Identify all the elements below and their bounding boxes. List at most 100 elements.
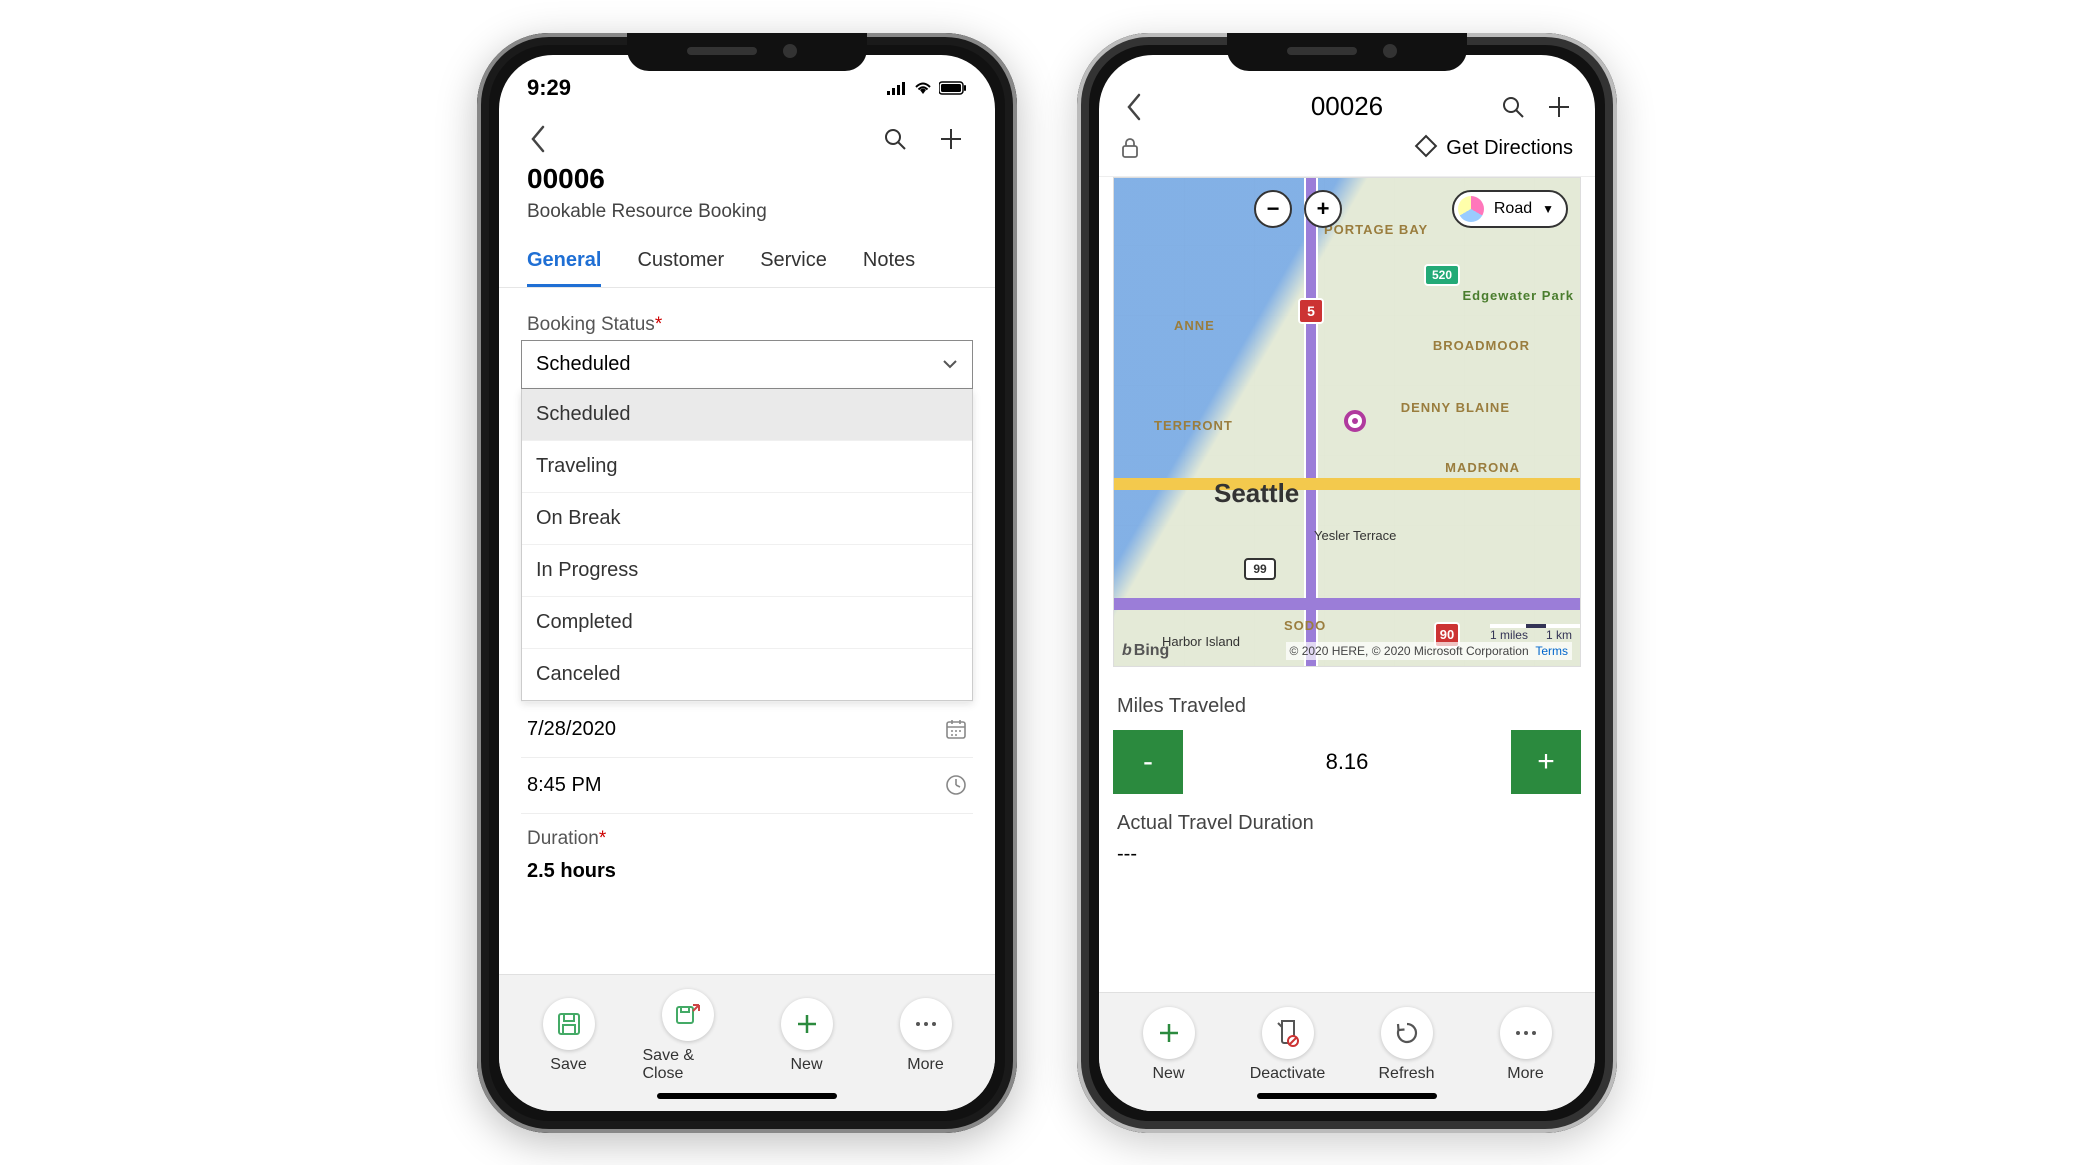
- home-indicator[interactable]: [1257, 1093, 1437, 1099]
- more-icon: [900, 998, 952, 1050]
- road-yellow: [1114, 478, 1580, 490]
- app-header: [499, 107, 995, 163]
- phone-frame-left: 9:29: [477, 33, 1017, 1133]
- booking-status-select[interactable]: Scheduled: [521, 340, 973, 389]
- layer-mode-value: Road: [1494, 200, 1532, 218]
- directions-icon: [1418, 137, 1438, 160]
- back-button[interactable]: [1117, 89, 1151, 125]
- add-icon[interactable]: [929, 121, 973, 157]
- actual-travel-duration-label: Actual Travel Duration: [1113, 794, 1581, 839]
- date-value: 7/28/2020: [527, 718, 616, 741]
- terms-link[interactable]: Terms: [1535, 644, 1568, 658]
- search-icon[interactable]: [1491, 89, 1535, 125]
- status-time: 9:29: [527, 75, 571, 101]
- booking-status-dropdown: Scheduled Traveling On Break In Progress…: [521, 389, 973, 701]
- tab-general[interactable]: General: [527, 235, 601, 287]
- duration-label: Duration*: [521, 813, 973, 854]
- miles-traveled-label: Miles Traveled: [1113, 695, 1581, 730]
- new-button[interactable]: New: [762, 998, 852, 1074]
- map-scale: 1 miles 1 km: [1490, 624, 1572, 642]
- phone-frame-right: 00026 Get Directions 5 520 99: [1077, 33, 1617, 1133]
- clock-icon: [945, 774, 967, 796]
- lbl-anne: ANNE: [1174, 318, 1215, 333]
- option-traveling[interactable]: Traveling: [522, 440, 972, 492]
- save-close-button[interactable]: Save & Close: [643, 989, 733, 1083]
- lbl-harbor: Harbor Island: [1162, 634, 1240, 649]
- bottom-toolbar: Save Save & Close New More: [499, 974, 995, 1111]
- option-in-progress[interactable]: In Progress: [522, 544, 972, 596]
- refresh-icon: [1381, 1007, 1433, 1059]
- map-view[interactable]: 5 520 99 90 Seattle PORTAGE BAY Edgewate…: [1113, 177, 1581, 667]
- back-button[interactable]: [521, 121, 555, 157]
- caret-down-icon: ▼: [1542, 202, 1554, 216]
- plus-icon: [1143, 1007, 1195, 1059]
- record-id: 00006: [527, 163, 967, 195]
- booking-status-value: Scheduled: [536, 353, 631, 376]
- option-scheduled[interactable]: Scheduled: [522, 389, 972, 440]
- option-canceled[interactable]: Canceled: [522, 648, 972, 700]
- refresh-button[interactable]: Refresh: [1362, 1007, 1452, 1083]
- shield-520: 520: [1424, 264, 1460, 286]
- zoom-out-button[interactable]: −: [1254, 190, 1292, 228]
- map-layer-select[interactable]: Road ▼: [1452, 190, 1568, 228]
- lock-icon: [1121, 137, 1139, 159]
- miles-traveled-card: Miles Traveled - 8.16 + Actual Travel Du…: [1113, 681, 1581, 870]
- home-indicator[interactable]: [657, 1093, 837, 1099]
- phone-notch: [1227, 33, 1467, 71]
- cell-signal-icon: [887, 81, 907, 95]
- map-pin: [1344, 410, 1366, 432]
- actual-travel-duration-value[interactable]: ---: [1113, 839, 1581, 870]
- more-button[interactable]: More: [1481, 1007, 1571, 1083]
- wifi-icon: [913, 81, 933, 95]
- save-close-icon: [662, 989, 714, 1041]
- battery-icon: [939, 81, 967, 95]
- get-directions-button[interactable]: Get Directions: [1418, 137, 1573, 160]
- chevron-down-icon: [942, 359, 958, 369]
- save-icon: [543, 998, 595, 1050]
- booking-status-label: Booking Status*: [521, 306, 973, 340]
- time-value: 8:45 PM: [527, 774, 601, 797]
- city-seattle: Seattle: [1214, 478, 1299, 509]
- app-header: 00026: [1099, 85, 1595, 121]
- add-icon[interactable]: [1537, 89, 1581, 125]
- duration-field[interactable]: 2.5 hours: [521, 854, 973, 899]
- phone-notch: [627, 33, 867, 71]
- zoom-in-button[interactable]: +: [1304, 190, 1342, 228]
- date-field[interactable]: 7/28/2020: [521, 701, 973, 757]
- lbl-denny-blaine: DENNY BLAINE: [1401, 400, 1510, 415]
- save-button[interactable]: Save: [524, 998, 614, 1074]
- miles-increment-button[interactable]: +: [1511, 730, 1581, 794]
- road-i5: [1304, 178, 1318, 666]
- lbl-broadmoor: BROADMOOR: [1433, 338, 1530, 353]
- bing-logo: bBing: [1122, 642, 1169, 660]
- record-header: 00006 Bookable Resource Booking: [499, 163, 995, 235]
- layer-swatch-icon: [1458, 196, 1484, 222]
- calendar-icon: [945, 718, 967, 740]
- more-button[interactable]: More: [881, 998, 971, 1074]
- lbl-madrona: MADRONA: [1445, 460, 1520, 475]
- deactivate-button[interactable]: Deactivate: [1243, 1007, 1333, 1083]
- lbl-sodo: SODO: [1284, 618, 1326, 633]
- tab-notes[interactable]: Notes: [863, 235, 915, 287]
- deactivate-icon: [1262, 1007, 1314, 1059]
- new-button[interactable]: New: [1124, 1007, 1214, 1083]
- time-field[interactable]: 8:45 PM: [521, 757, 973, 813]
- tab-customer[interactable]: Customer: [637, 235, 724, 287]
- screen-left: 9:29: [499, 55, 995, 1111]
- duration-value: 2.5 hours: [527, 860, 616, 883]
- more-icon: [1500, 1007, 1552, 1059]
- miles-traveled-value[interactable]: 8.16: [1183, 730, 1511, 794]
- shield-99: 99: [1244, 558, 1276, 580]
- record-entity: Bookable Resource Booking: [527, 201, 967, 223]
- tab-service[interactable]: Service: [760, 235, 827, 287]
- option-on-break[interactable]: On Break: [522, 492, 972, 544]
- miles-decrement-button[interactable]: -: [1113, 730, 1183, 794]
- screen-right: 00026 Get Directions 5 520 99: [1099, 55, 1595, 1111]
- option-completed[interactable]: Completed: [522, 596, 972, 648]
- map-controls: − + Road ▼: [1254, 190, 1568, 228]
- tab-bar: General Customer Service Notes: [499, 235, 995, 288]
- form-body[interactable]: Booking Status* Scheduled Scheduled Trav…: [499, 288, 995, 974]
- directions-bar: Get Directions: [1099, 121, 1595, 177]
- map-credits: © 2020 HERE, © 2020 Microsoft Corporatio…: [1286, 642, 1572, 660]
- search-icon[interactable]: [873, 121, 917, 157]
